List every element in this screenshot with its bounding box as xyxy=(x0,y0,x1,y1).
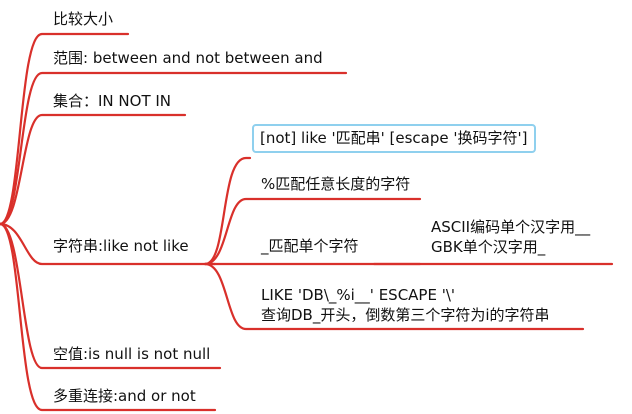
encoding-note-line-2: GBK单个汉字用_ xyxy=(431,238,546,256)
branch-string-label: 字符串:like not like xyxy=(53,237,189,255)
connector-like-syntax xyxy=(203,156,252,266)
escape-example-line-1: LIKE 'DB\_%i__' ESCAPE '\' xyxy=(261,286,456,304)
node-like-syntax-selected[interactable]: [not] like '匹配串' [escape '换码字符'] xyxy=(252,124,536,153)
branch-set[interactable]: 集合：IN NOT IN xyxy=(53,92,171,111)
branch-null[interactable]: 空值:is null is not null xyxy=(53,345,210,364)
escape-example-line-2: 查询DB_开头，倒数第三个字符为i的字符串 xyxy=(261,306,550,324)
node-percent-wildcard[interactable]: %匹配任意长度的字符 xyxy=(261,175,410,194)
node-percent-wildcard-label: %匹配任意长度的字符 xyxy=(261,175,411,193)
encoding-note-line-1: ASCII编码单个汉字用__ xyxy=(431,218,591,236)
node-escape-example[interactable]: LIKE 'DB\_%i__' ESCAPE '\' 查询DB_开头，倒数第三个… xyxy=(261,285,550,325)
branch-string[interactable]: 字符串:like not like xyxy=(53,237,189,256)
branch-compare-label: 比较大小 xyxy=(53,10,114,28)
connector-set xyxy=(0,113,187,226)
branch-range-label: 范围: between and not between and xyxy=(53,49,323,67)
node-underscore-wildcard[interactable]: _匹配单个字符 xyxy=(261,237,359,256)
node-like-syntax-label: [not] like '匹配串' [escape '换码字符'] xyxy=(260,129,528,147)
node-underscore-wildcard-label: _匹配单个字符 xyxy=(261,237,359,255)
branch-null-label: 空值:is null is not null xyxy=(53,345,211,363)
branch-compare[interactable]: 比较大小 xyxy=(53,10,113,29)
node-encoding-note[interactable]: ASCII编码单个汉字用__ GBK单个汉字用_ xyxy=(431,217,590,257)
branch-multi-condition-label: 多重连接:and or not xyxy=(53,387,196,405)
branch-range[interactable]: 范围: between and not between and xyxy=(53,49,323,68)
branch-set-label: 集合：IN NOT IN xyxy=(53,92,172,110)
branch-multi-condition[interactable]: 多重连接:and or not xyxy=(53,387,196,406)
